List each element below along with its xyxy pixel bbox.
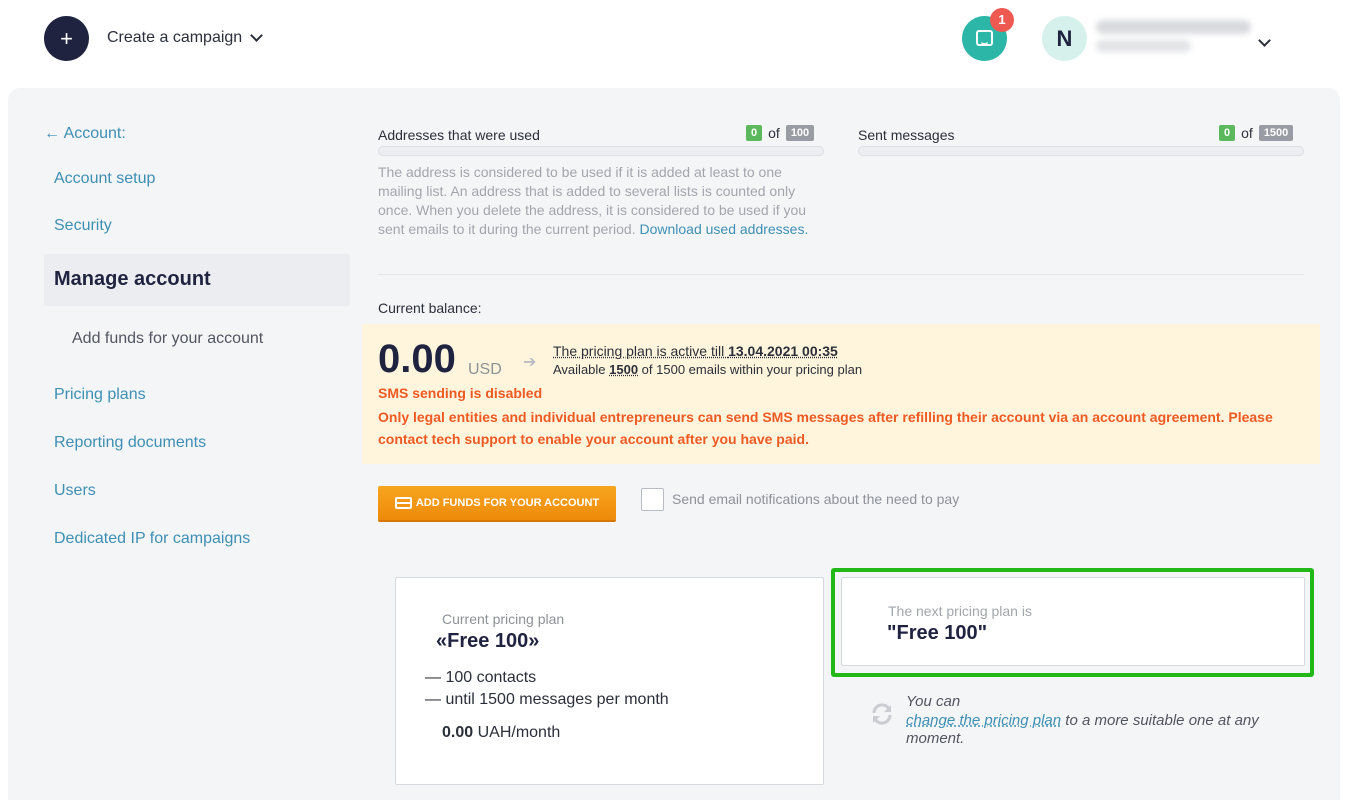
plan-active-until[interactable]: The pricing plan is active till 13.04.20… xyxy=(553,343,838,359)
sidebar-item-reporting-documents[interactable]: Reporting documents xyxy=(54,434,206,452)
addresses-used-title: Addresses that were used xyxy=(378,127,540,143)
sent-messages-total-value: 1500 xyxy=(1258,125,1294,141)
divider xyxy=(378,274,1304,275)
sent-messages-title: Sent messages xyxy=(858,127,955,143)
current-plan-label: Current pricing plan xyxy=(442,611,565,627)
user-info-redacted[interactable] xyxy=(1096,20,1256,60)
avatar[interactable]: N xyxy=(1042,16,1087,61)
chevron-down-icon xyxy=(250,29,264,42)
plus-icon: + xyxy=(60,26,73,51)
sent-messages-progress-bar xyxy=(858,146,1304,156)
sidebar-item-security[interactable]: Security xyxy=(54,217,112,235)
balance-amount: 0.00 xyxy=(378,337,456,381)
sent-messages-counter: 0 of 1500 xyxy=(1219,125,1294,141)
available-suffix: of 1500 emails within your pricing plan xyxy=(638,362,863,377)
create-campaign-plus-button[interactable]: + xyxy=(44,16,89,61)
download-used-addresses-link[interactable]: Download used addresses. xyxy=(639,221,808,237)
plan-feature: — until 1500 messages per month xyxy=(425,691,669,708)
sidebar-subitem-add-funds[interactable]: Add funds for your account xyxy=(72,330,263,348)
price-value: 0.00 xyxy=(442,724,474,741)
available-prefix: Available xyxy=(553,362,610,377)
sidebar-item-account-setup[interactable]: Account setup xyxy=(54,170,155,188)
sidebar-item-dedicated-ip[interactable]: Dedicated IP for campaigns xyxy=(54,530,250,548)
price-unit: UAH/month xyxy=(473,724,561,741)
top-bar: + Create a campaign 1 N xyxy=(0,0,1347,84)
create-campaign-label: Create a campaign xyxy=(107,29,243,46)
account-back-link[interactable]: ← Account: xyxy=(44,125,126,143)
payment-notification-label[interactable]: Send email notifications about the need … xyxy=(672,491,959,507)
refresh-icon xyxy=(872,703,892,725)
current-plan-card: Current pricing plan «Free 100» — 100 co… xyxy=(395,577,824,785)
addresses-used-counter: 0 of 100 xyxy=(746,125,815,141)
sent-messages-value: 0 xyxy=(1219,125,1236,141)
sms-disabled-warning: SMS sending is disabled xyxy=(378,385,543,401)
plan-active-prefix: The pricing plan is active till xyxy=(553,343,729,359)
change-plan-note: You can change the pricing plan to a mor… xyxy=(906,693,1266,749)
payment-notification-checkbox[interactable] xyxy=(641,488,664,511)
sidebar-item-users[interactable]: Users xyxy=(54,482,96,500)
next-plan-label: The next pricing plan is xyxy=(888,603,1032,619)
next-plan-card: The next pricing plan is "Free 100" xyxy=(841,577,1305,666)
of-label: of xyxy=(1241,125,1253,141)
credit-card-icon xyxy=(394,497,412,509)
chevron-down-icon xyxy=(1258,34,1271,47)
plan-available-emails: Available 1500 of 1500 emails within you… xyxy=(553,362,862,377)
arrow-right-icon: ➔ xyxy=(523,354,537,371)
add-funds-button[interactable]: ADD FUNDS FOR YOUR ACCOUNT xyxy=(378,486,616,520)
change-pricing-plan-link[interactable]: change the pricing plan xyxy=(906,712,1061,729)
addresses-total-value: 100 xyxy=(785,125,815,141)
next-plan-name: "Free 100" xyxy=(887,622,988,644)
of-label: of xyxy=(768,125,780,141)
sidebar-item-manage-account[interactable]: Manage account xyxy=(44,254,350,306)
addresses-note: The address is considered to be used if … xyxy=(378,163,828,239)
addresses-used-value: 0 xyxy=(746,125,763,141)
available-count: 1500 xyxy=(609,362,639,377)
sidebar-item-pricing-plans[interactable]: Pricing plans xyxy=(54,386,146,404)
balance-currency: USD xyxy=(468,361,502,378)
plan-active-date: 13.04.2021 00:35 xyxy=(728,343,838,359)
add-funds-label: ADD FUNDS FOR YOUR ACCOUNT xyxy=(415,497,600,509)
change-note-prefix: You can xyxy=(906,693,961,710)
current-plan-name: «Free 100» xyxy=(436,630,540,652)
sms-note: Only legal entities and individual entre… xyxy=(378,409,1273,447)
addresses-progress-bar xyxy=(378,146,824,156)
create-campaign-dropdown[interactable]: Create a campaign xyxy=(107,29,264,47)
inbox-icon xyxy=(976,30,993,46)
current-plan-price: 0.00 UAH/month xyxy=(442,724,560,742)
sidebar-item-label: Manage account xyxy=(54,268,211,290)
notification-badge: 1 xyxy=(990,8,1014,32)
user-menu-toggle[interactable] xyxy=(1258,32,1271,50)
current-balance-label: Current balance: xyxy=(378,300,482,316)
plan-feature: — 100 contacts xyxy=(425,669,537,686)
